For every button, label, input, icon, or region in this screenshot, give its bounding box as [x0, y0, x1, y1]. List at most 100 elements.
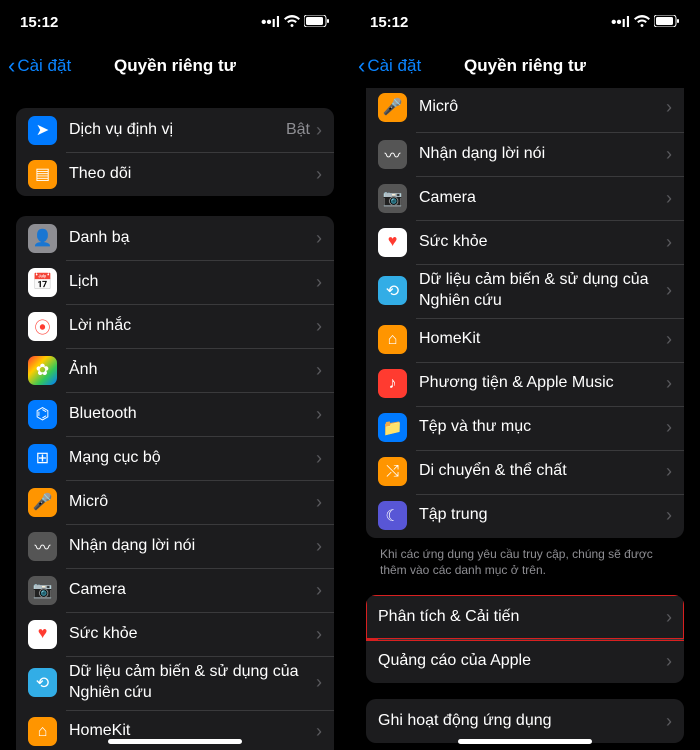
list-row[interactable]: ♥Sức khỏe› [366, 220, 684, 264]
chevron-left-icon: ‹ [358, 55, 365, 77]
list-row[interactable]: 〰Nhận dạng lời nói› [366, 132, 684, 176]
chevron-right-icon: › [666, 711, 672, 732]
row-label: Phân tích & Cải tiến [378, 607, 666, 628]
home-indicator [108, 739, 242, 744]
list-row[interactable]: ⦿ Lời nhắc› [16, 304, 334, 348]
chevron-left-icon: ‹ [8, 55, 15, 77]
group-analytics: Phân tích & Cải tiến›Quảng cáo của Apple… [366, 595, 684, 683]
row-label: Mạng cục bộ [69, 448, 316, 469]
list-row[interactable]: 〰Nhận dạng lời nói› [16, 524, 334, 568]
row-label: Dịch vụ định vị [69, 120, 286, 141]
location-icon: ➤ [28, 116, 57, 145]
list-row[interactable]: 📷Camera› [16, 568, 334, 612]
row-label: Ảnh [69, 360, 316, 381]
calendar-icon: 📅 [28, 268, 57, 297]
list-row[interactable]: Ghi hoạt động ứng dụng› [366, 699, 684, 743]
list-row[interactable]: 🎤Micrô› [366, 88, 684, 132]
row-label: Lịch [69, 272, 316, 293]
list-row[interactable]: ⤭Di chuyển & thể chất› [366, 450, 684, 494]
files-icon: 📁 [378, 413, 407, 442]
list-row[interactable]: Quảng cáo của Apple› [366, 639, 684, 683]
chevron-right-icon: › [316, 721, 322, 742]
photos-icon: ✿ [28, 356, 57, 385]
row-label: Sức khỏe [69, 624, 316, 645]
list-row[interactable]: ⊞Mạng cục bộ› [16, 436, 334, 480]
chevron-right-icon: › [666, 607, 672, 628]
chevron-right-icon: › [316, 672, 322, 693]
camera-icon: 📷 [28, 576, 57, 605]
chevron-right-icon: › [666, 144, 672, 165]
group-location: ➤Dịch vụ định vịBật›▤Theo dõi› [16, 108, 334, 196]
chevron-right-icon: › [316, 624, 322, 645]
phone-right: 15:12 ••ıl ‹ Cài đặt Quyền riêng tư 🎤Mic… [350, 0, 700, 750]
row-status: Bật [286, 121, 310, 139]
tracking-icon: ▤ [28, 160, 57, 189]
row-label: Di chuyển & thể chất [419, 461, 666, 482]
status-time: 15:12 [20, 14, 58, 31]
list-row[interactable]: Phân tích & Cải tiến› [366, 595, 684, 639]
status-icons: ••ıl [611, 14, 680, 31]
list-row[interactable]: ▤Theo dõi› [16, 152, 334, 196]
list-row[interactable]: 🎤Micrô› [16, 480, 334, 524]
list-row[interactable]: ⌂HomeKit› [366, 318, 684, 362]
list-row[interactable]: 👤Danh bạ› [16, 216, 334, 260]
reminders-icon: ⦿ [28, 312, 57, 341]
list-row[interactable]: ⟲Dữ liệu cảm biến & sử dụng của Nghiên c… [366, 264, 684, 318]
row-label: Nhận dạng lời nói [69, 536, 316, 557]
footer-note: Khi các ứng dụng yêu cầu truy cập, chúng… [366, 538, 684, 580]
group-apps: 👤Danh bạ›📅Lịch›⦿Lời nhắc›✿Ảnh›⌬Bluetooth… [16, 216, 334, 750]
homekit-icon: ⌂ [378, 325, 407, 354]
list-row[interactable]: ☾Tập trung› [366, 494, 684, 538]
row-label: Danh bạ [69, 228, 316, 249]
status-icons: ••ıl [261, 14, 330, 31]
home-indicator [458, 739, 592, 744]
status-time: 15:12 [370, 14, 408, 31]
phone-left: 15:12 ••ıl ‹ Cài đặt Quyền riêng tư ➤Dịc… [0, 0, 350, 750]
back-button[interactable]: ‹ Cài đặt [8, 55, 71, 77]
row-label: Phương tiện & Apple Music [419, 373, 666, 394]
row-label: Camera [419, 188, 666, 209]
row-label: Ghi hoạt động ứng dụng [378, 711, 666, 732]
chevron-right-icon: › [666, 651, 672, 672]
back-label: Cài đặt [17, 56, 71, 76]
row-label: Dữ liệu cảm biến & sử dụng của Nghiên cứ… [419, 270, 666, 312]
list-row[interactable]: 📁Tệp và thư mục› [366, 406, 684, 450]
row-label: Tập trung [419, 505, 666, 526]
row-label: HomeKit [419, 329, 666, 350]
chevron-right-icon: › [316, 272, 322, 293]
contacts-icon: 👤 [28, 224, 57, 253]
focus-icon: ☾ [378, 501, 407, 530]
group-activity: Ghi hoạt động ứng dụng› [366, 699, 684, 743]
chevron-right-icon: › [316, 316, 322, 337]
camera-icon: 📷 [378, 184, 407, 213]
music-icon: ♪ [378, 369, 407, 398]
chevron-right-icon: › [316, 448, 322, 469]
list-row[interactable]: ✿Ảnh› [16, 348, 334, 392]
group-apps-continued: 🎤Micrô›〰Nhận dạng lời nói›📷Camera›♥Sức k… [366, 88, 684, 538]
row-label: Bluetooth [69, 404, 316, 425]
row-label: Dữ liệu cảm biến & sử dụng của Nghiên cứ… [69, 662, 316, 704]
status-bar: 15:12 ••ıl [350, 0, 700, 44]
list-row[interactable]: ♪Phương tiện & Apple Music› [366, 362, 684, 406]
content-right: 🎤Micrô›〰Nhận dạng lời nói›📷Camera›♥Sức k… [350, 88, 700, 750]
list-row[interactable]: 📷Camera› [366, 176, 684, 220]
list-row[interactable]: ⟲Dữ liệu cảm biến & sử dụng của Nghiên c… [16, 656, 334, 710]
list-row[interactable]: ⌬Bluetooth› [16, 392, 334, 436]
list-row[interactable]: ♥Sức khỏe› [16, 612, 334, 656]
chevron-right-icon: › [666, 232, 672, 253]
back-button[interactable]: ‹ Cài đặt [358, 55, 421, 77]
row-label: Theo dõi [69, 164, 316, 185]
chevron-right-icon: › [316, 580, 322, 601]
row-label: Micrô [419, 97, 666, 118]
list-row[interactable]: 📅 Lịch› [16, 260, 334, 304]
chevron-right-icon: › [666, 461, 672, 482]
speech-icon: 〰 [28, 532, 57, 561]
row-label: Nhận dạng lời nói [419, 144, 666, 165]
wifi-icon [634, 14, 650, 31]
mic-icon: 🎤 [378, 93, 407, 122]
row-label: Tệp và thư mục [419, 417, 666, 438]
list-row[interactable]: ➤Dịch vụ định vịBật› [16, 108, 334, 152]
battery-icon [654, 14, 680, 31]
row-label: Lời nhắc [69, 316, 316, 337]
signal-icon: ••ıl [611, 14, 630, 31]
